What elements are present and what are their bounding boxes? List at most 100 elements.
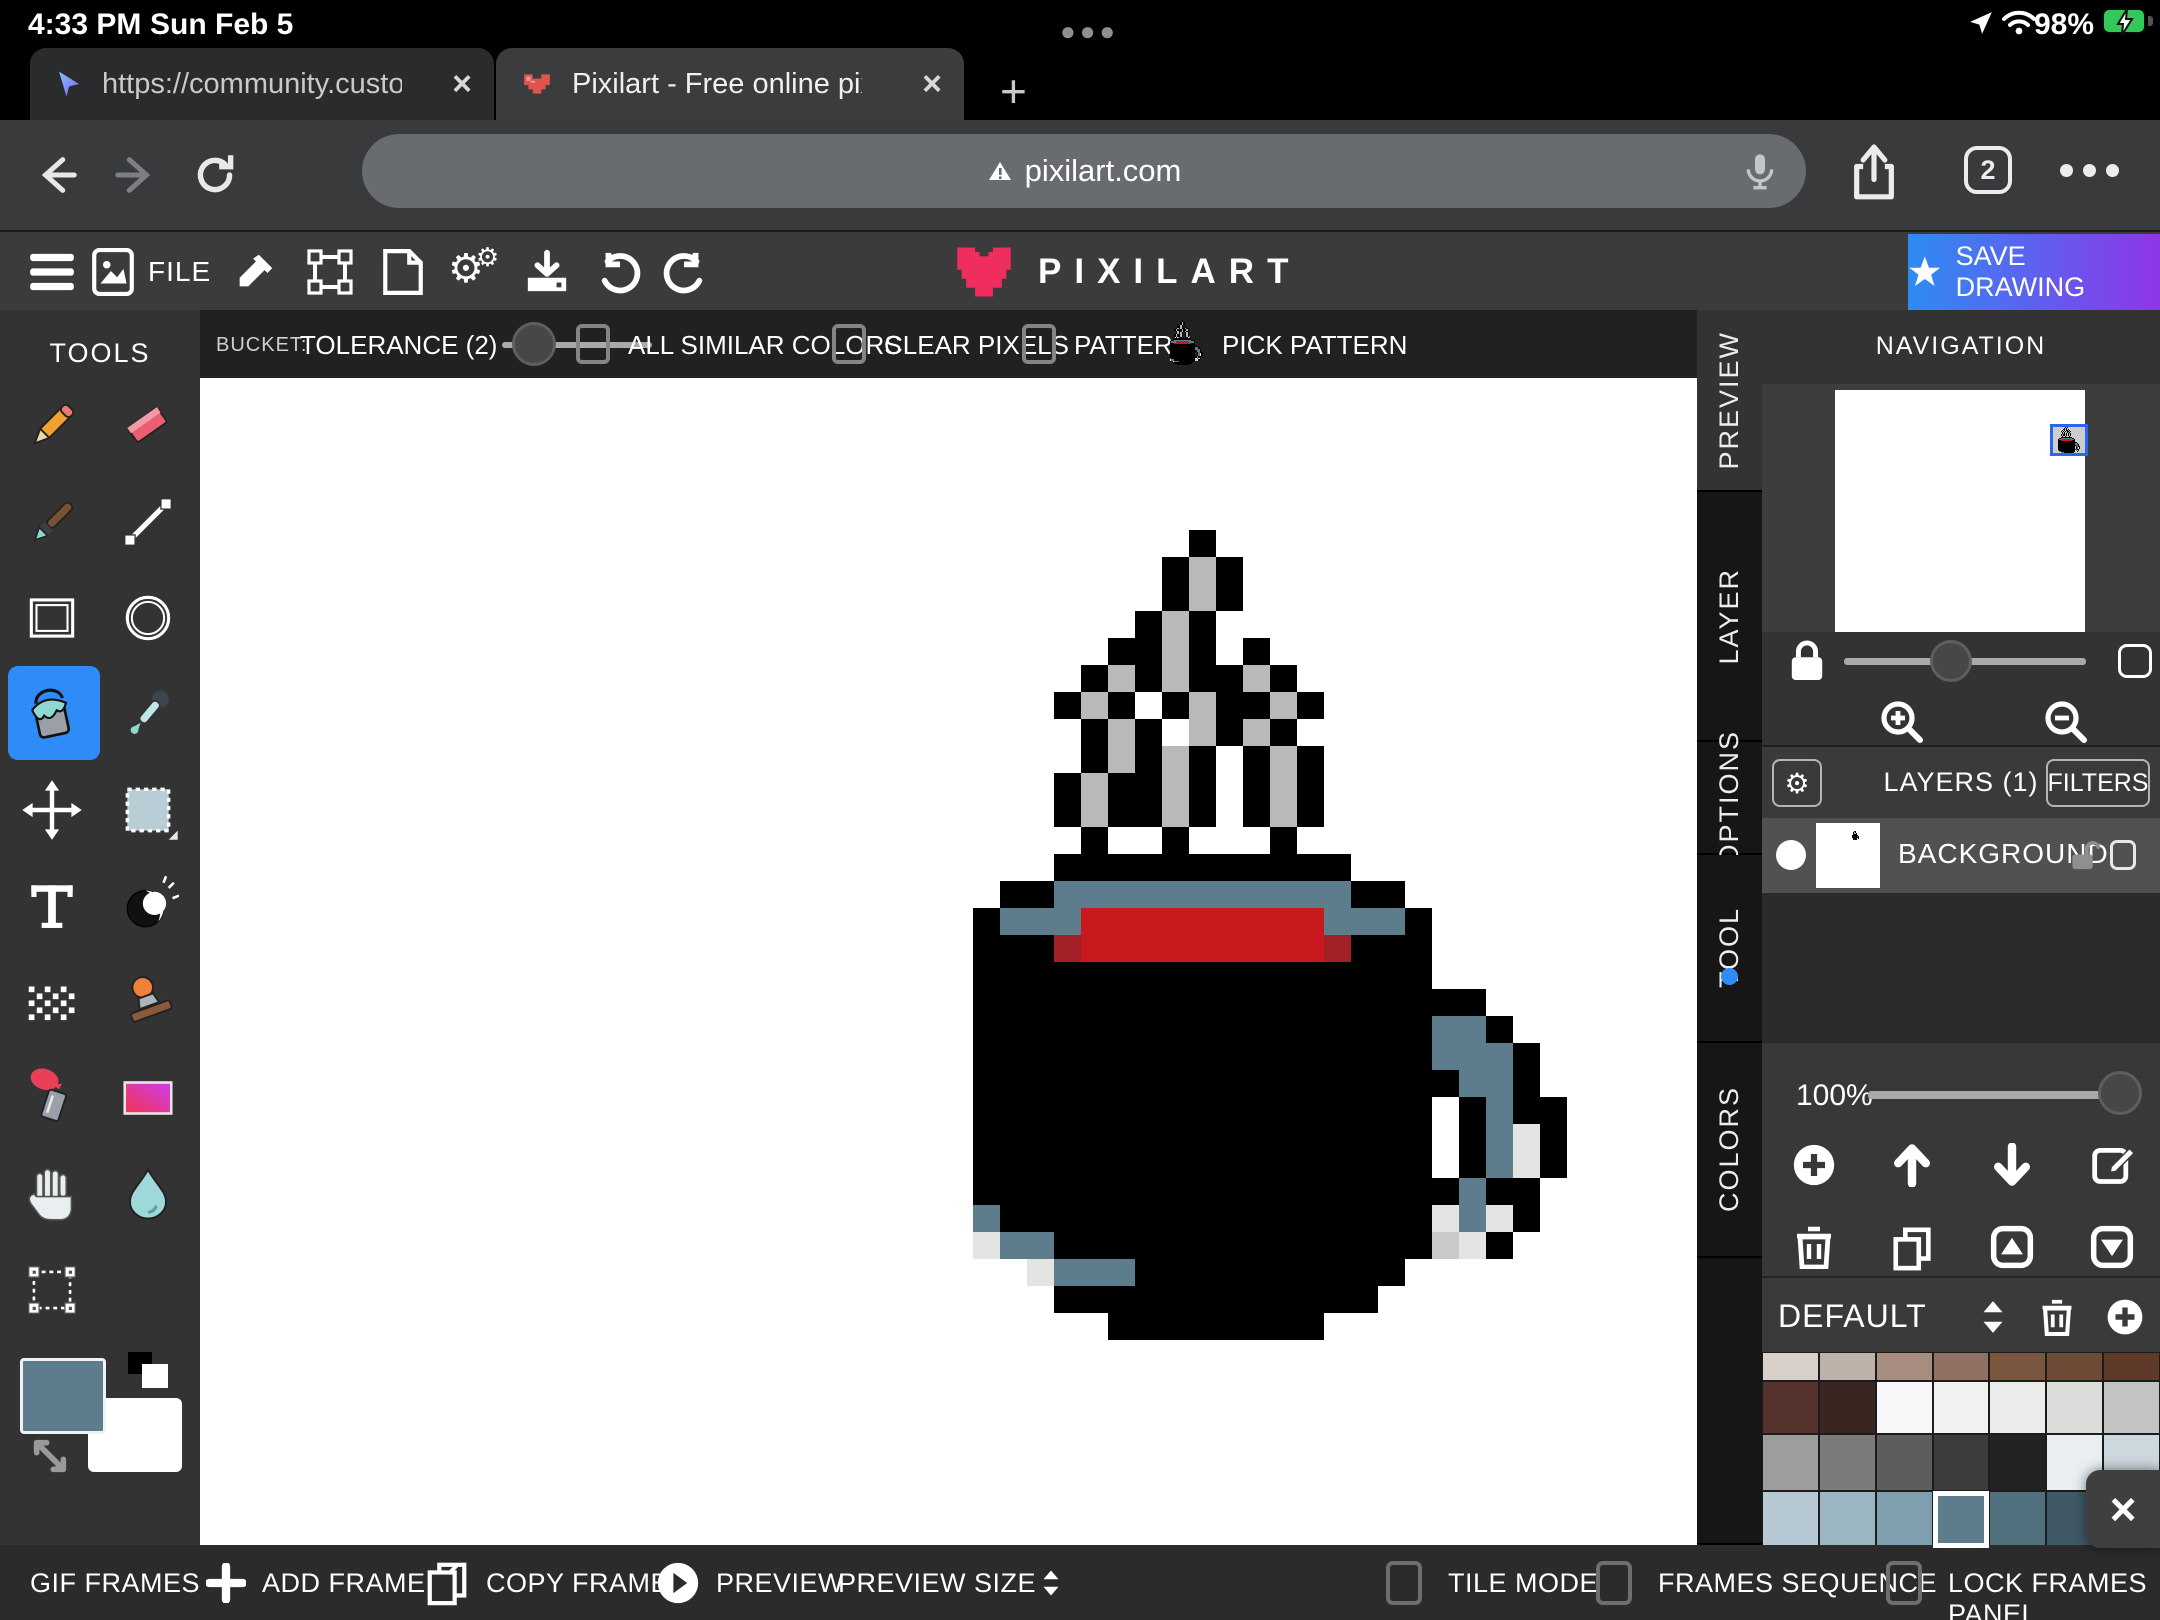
- tool-bucket-icon[interactable]: [16, 678, 88, 750]
- pick-pattern-label[interactable]: PICK PATTERN: [1222, 330, 1407, 361]
- forward-icon[interactable]: [112, 152, 158, 198]
- tool-stamp-icon[interactable]: [112, 966, 184, 1038]
- palette-swatch[interactable]: [1819, 1491, 1876, 1548]
- close-tab-icon[interactable]: ×: [922, 67, 942, 101]
- palette-swatch[interactable]: [1762, 1491, 1819, 1548]
- pattern-preview-icon[interactable]: [1168, 320, 1204, 368]
- tile-mode-checkbox[interactable]: [1386, 1561, 1422, 1605]
- file-button[interactable]: FILE: [92, 248, 211, 296]
- tool-circle-icon[interactable]: [112, 582, 184, 654]
- palette-swatch[interactable]: [1762, 1381, 1819, 1434]
- palette-swatch[interactable]: [1876, 1434, 1933, 1491]
- merge-up-icon[interactable]: [1990, 1225, 2034, 1269]
- right-tab-tool[interactable]: TOOL: [1697, 855, 1762, 1043]
- preview-size-toggle-icon[interactable]: [1036, 1567, 1066, 1599]
- tolerance-slider-thumb[interactable]: [512, 322, 556, 366]
- unlock-icon[interactable]: [2068, 840, 2100, 872]
- tool-move-icon[interactable]: [16, 774, 88, 846]
- palette-swatch[interactable]: [1989, 1352, 2046, 1381]
- copy-frame-icon[interactable]: [424, 1559, 470, 1607]
- zoom-out-icon[interactable]: [2042, 698, 2090, 746]
- palette-swatch[interactable]: [2103, 1381, 2160, 1434]
- palette-swatch[interactable]: [1989, 1381, 2046, 1434]
- tool-copy-select-icon[interactable]: [112, 774, 184, 846]
- opacity-slider-thumb[interactable]: [2098, 1071, 2142, 1115]
- opacity-slider[interactable]: [1868, 1091, 2128, 1099]
- preview-size-label[interactable]: PREVIEW SIZE: [838, 1568, 1036, 1599]
- menu-icon[interactable]: [30, 252, 74, 292]
- tab-pixilart[interactable]: Pixilart - Free online pixel ×: [496, 48, 964, 120]
- gif-frames-label[interactable]: GIF FRAMES: [30, 1568, 200, 1599]
- redo-icon[interactable]: [662, 250, 708, 296]
- palette-name[interactable]: DEFAULT: [1778, 1298, 1927, 1335]
- fit-view-button[interactable]: [2118, 644, 2152, 678]
- palette-swatch[interactable]: [1819, 1352, 1876, 1381]
- zoom-in-icon[interactable]: [1878, 698, 1926, 746]
- tool-gradient-icon[interactable]: [112, 1062, 184, 1134]
- tool-spray-icon[interactable]: [16, 1062, 88, 1134]
- palette-swatch[interactable]: [1876, 1491, 1933, 1548]
- palette-swatch[interactable]: [2046, 1381, 2103, 1434]
- close-tab-icon[interactable]: ×: [452, 67, 472, 101]
- navigation-viewport[interactable]: [2050, 424, 2088, 456]
- delete-palette-icon[interactable]: [2040, 1298, 2074, 1336]
- rename-layer-icon[interactable]: [2090, 1143, 2136, 1187]
- new-tab-button[interactable]: +: [1000, 64, 1027, 118]
- reload-icon[interactable]: [190, 150, 240, 200]
- palette-swatch[interactable]: [1933, 1434, 1990, 1491]
- drawing-canvas[interactable]: [200, 378, 1697, 1545]
- palette-swatch[interactable]: [1876, 1352, 1933, 1381]
- add-frame-label[interactable]: ADD FRAME: [262, 1568, 426, 1599]
- layer-row-background[interactable]: BACKGROUND: [1762, 818, 2160, 893]
- palette-swatch[interactable]: [2046, 1352, 2103, 1381]
- palette-swatch[interactable]: [1933, 1381, 1990, 1434]
- add-color-icon[interactable]: [2106, 1298, 2144, 1336]
- lock-icon[interactable]: [1788, 640, 1826, 682]
- swap-colors-icon[interactable]: [128, 1352, 172, 1392]
- play-preview-icon[interactable]: [656, 1561, 700, 1605]
- clear-pixels-checkbox[interactable]: [832, 324, 866, 364]
- dropper-tool-icon[interactable]: [232, 248, 278, 296]
- undo-icon[interactable]: [596, 250, 642, 296]
- tool-blur-icon[interactable]: [112, 1158, 184, 1230]
- palette-swatch[interactable]: [1762, 1352, 1819, 1381]
- palette-swatch[interactable]: [1989, 1434, 2046, 1491]
- add-frame-icon[interactable]: [206, 1563, 246, 1603]
- right-tab-colors[interactable]: COLORS: [1697, 1043, 1762, 1258]
- right-tab-preview[interactable]: PREVIEW: [1697, 310, 1762, 492]
- all-similar-colors-checkbox[interactable]: [576, 324, 610, 364]
- palette-swatch-selected[interactable]: [1933, 1491, 1990, 1548]
- tool-brush-icon[interactable]: [16, 486, 88, 558]
- swap-palette-icon[interactable]: [1974, 1298, 2012, 1336]
- delete-layer-icon[interactable]: [1794, 1225, 1834, 1269]
- tool-rectangle-icon[interactable]: [16, 582, 88, 654]
- filters-button[interactable]: FILTERS: [2046, 759, 2150, 807]
- tool-shading-icon[interactable]: [112, 870, 184, 942]
- palette-swatch[interactable]: [1933, 1352, 1990, 1381]
- palette-swatch[interactable]: [1762, 1434, 1819, 1491]
- layer-visibility-toggle[interactable]: [1776, 840, 1806, 870]
- tool-line-icon[interactable]: [112, 486, 184, 558]
- pattern-checkbox[interactable]: [1022, 324, 1056, 364]
- address-bar[interactable]: pixilart.com: [362, 134, 1806, 208]
- palette-swatch[interactable]: [1819, 1434, 1876, 1491]
- tab-community[interactable]: https://community.custo ×: [30, 48, 494, 120]
- pixel-art-mug[interactable]: [946, 530, 1567, 1340]
- lock-frames-panel-checkbox[interactable]: [1886, 1561, 1922, 1605]
- nav-zoom-thumb[interactable]: [1930, 640, 1972, 682]
- settings-gears-icon[interactable]: ⚙⚙: [448, 246, 507, 292]
- add-layer-icon[interactable]: [1792, 1143, 1836, 1187]
- tool-pan-icon[interactable]: [16, 1158, 88, 1230]
- duplicate-layer-icon[interactable]: [1890, 1225, 1936, 1271]
- foreground-color-swatch[interactable]: [20, 1358, 106, 1434]
- tool-eraser-icon[interactable]: [112, 390, 184, 462]
- move-layer-down-icon[interactable]: [1990, 1143, 2034, 1187]
- copy-frame-label[interactable]: COPY FRAME: [486, 1568, 669, 1599]
- transform-icon[interactable]: [306, 248, 354, 296]
- expand-swatch-icon[interactable]: [30, 1436, 70, 1476]
- right-tab-layer[interactable]: LAYER: [1697, 492, 1762, 742]
- move-layer-up-icon[interactable]: [1890, 1143, 1934, 1187]
- palette-swatch[interactable]: [1876, 1381, 1933, 1434]
- new-page-icon[interactable]: [382, 248, 424, 296]
- tab-switcher-button[interactable]: 2: [1964, 146, 2012, 194]
